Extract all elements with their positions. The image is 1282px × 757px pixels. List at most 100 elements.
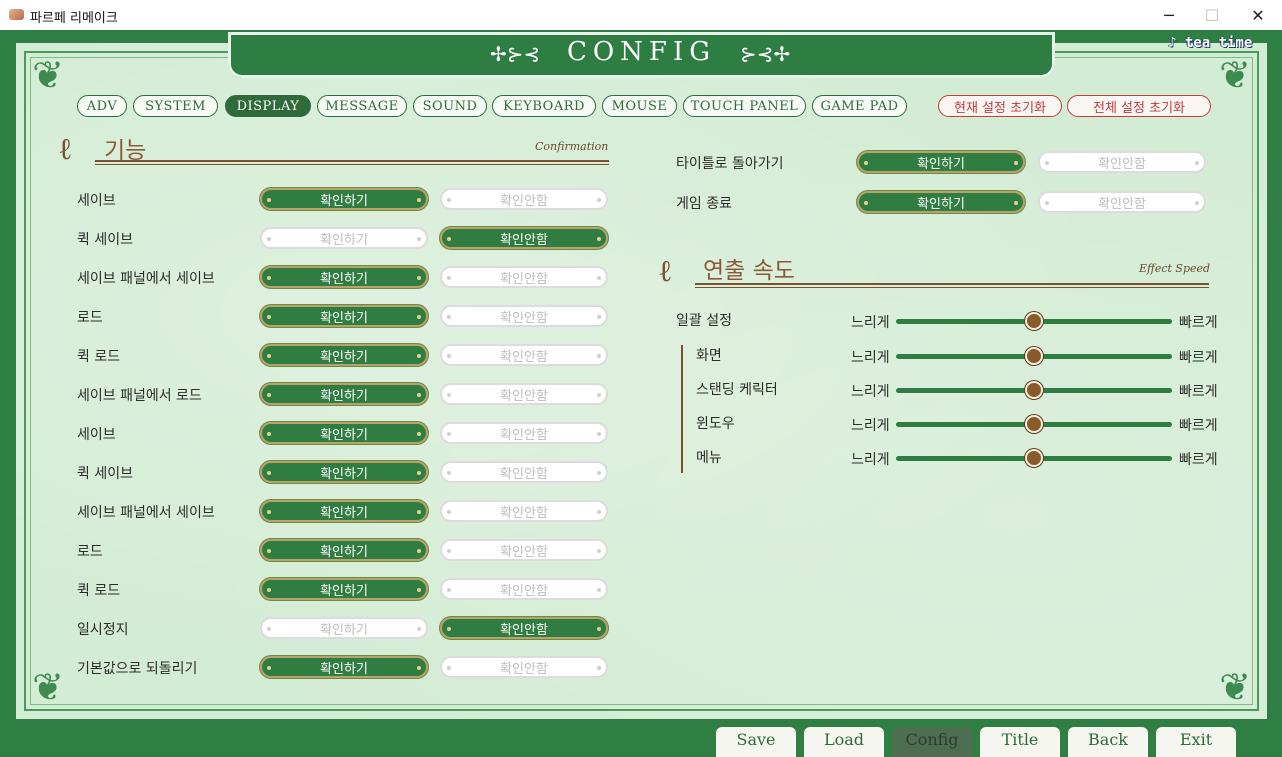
section-divider (95, 160, 609, 165)
confirm-off-button[interactable]: 확인안함 (440, 500, 608, 522)
confirm-off-button[interactable]: 확인안함 (440, 656, 608, 678)
section-swirl-icon: ℓ (58, 132, 73, 167)
setting-label: 세이브 (77, 193, 116, 209)
effect-speed-title: 연출 속도 (703, 258, 795, 284)
tab-sound[interactable]: SOUND (413, 95, 487, 117)
tab-game-pad[interactable]: GAME PAD (812, 95, 907, 117)
config-panel: ❦ ❦ ❦ ❦ (16, 43, 1267, 719)
setting-label: 퀵 세이브 (77, 466, 133, 482)
setting-label: 세이브 패널에서 세이브 (77, 271, 215, 287)
fast-label: 빠르게 (1179, 350, 1218, 366)
slider-label: 메뉴 (696, 450, 722, 466)
speed-slider-handle[interactable] (1025, 449, 1043, 467)
reset-all-button[interactable]: 전체 설정 초기화 (1067, 95, 1211, 117)
confirm-on-button[interactable]: 확인하기 (857, 191, 1025, 213)
fast-label: 빠르게 (1179, 384, 1218, 400)
fast-label: 빠르게 (1179, 452, 1218, 468)
speed-slider-handle[interactable] (1025, 312, 1043, 330)
confirm-on-button[interactable]: 확인하기 (260, 266, 428, 288)
confirm-on-button[interactable]: 확인하기 (260, 617, 428, 639)
confirm-on-button[interactable]: 확인하기 (260, 227, 428, 249)
confirm-on-button[interactable]: 확인하기 (260, 578, 428, 600)
confirm-on-button[interactable]: 확인하기 (857, 151, 1025, 173)
slow-label: 느리게 (851, 452, 890, 468)
confirm-on-button[interactable]: 확인하기 (260, 344, 428, 366)
confirm-on-button[interactable]: 확인하기 (260, 188, 428, 210)
setting-label: 세이브 패널에서 로드 (77, 388, 202, 404)
setting-label: 타이틀로 돌아가기 (676, 156, 784, 172)
nav-exit-button[interactable]: Exit (1156, 727, 1236, 757)
slow-label: 느리게 (851, 350, 890, 366)
corner-ornament-icon: ❦ (32, 665, 64, 709)
setting-label: 퀵 세이브 (77, 232, 133, 248)
confirm-off-button[interactable]: 확인안함 (440, 461, 608, 483)
confirm-on-button[interactable]: 확인하기 (260, 305, 428, 327)
config-header: ✢⊱⊰ CONFIG ⊱⊰✢ (228, 32, 1055, 78)
slider-group-line (681, 345, 683, 473)
slow-label: 느리게 (851, 384, 890, 400)
tab-touch-panel[interactable]: TOUCH PANEL (683, 95, 806, 117)
minimize-button[interactable]: ─ (1146, 0, 1192, 30)
speed-slider-handle[interactable] (1025, 415, 1043, 433)
window-title: 파르페 리메이크 (30, 11, 118, 26)
fast-label: 빠르게 (1179, 418, 1218, 434)
confirm-off-button[interactable]: 확인안함 (440, 383, 608, 405)
app-icon (9, 9, 24, 20)
confirm-off-button[interactable]: 확인안함 (440, 422, 608, 444)
confirm-off-button[interactable]: 확인안함 (440, 305, 608, 327)
speed-slider-handle[interactable] (1025, 347, 1043, 365)
slider-label: 화면 (696, 348, 722, 364)
confirm-off-button[interactable]: 확인안함 (440, 578, 608, 600)
setting-label: 세이브 패널에서 세이브 (77, 505, 215, 521)
corner-ornament-icon: ❦ (32, 53, 64, 97)
confirmation-subtitle: Confirmation (535, 140, 609, 153)
setting-label: 기본값으로 되돌리기 (77, 661, 198, 677)
slider-label: 윈도우 (696, 416, 735, 432)
effect-speed-subtitle: Effect Speed (1139, 262, 1211, 275)
setting-label: 퀵 로드 (77, 349, 121, 365)
setting-label: 로드 (77, 544, 103, 560)
slow-label: 느리게 (851, 418, 890, 434)
setting-label: 퀵 로드 (77, 583, 121, 599)
setting-label: 일시정지 (77, 622, 129, 638)
confirm-off-button[interactable]: 확인안함 (440, 617, 608, 639)
confirm-off-button[interactable]: 확인안함 (440, 227, 608, 249)
confirm-on-button[interactable]: 확인하기 (260, 422, 428, 444)
nav-config-button[interactable]: Config (892, 727, 972, 757)
confirm-off-button[interactable]: 확인안함 (440, 539, 608, 561)
tab-mouse[interactable]: MOUSE (602, 95, 677, 117)
confirm-off-button[interactable]: 확인안함 (1038, 191, 1206, 213)
nav-title-button[interactable]: Title (980, 727, 1060, 757)
confirm-off-button[interactable]: 확인안함 (1038, 151, 1206, 173)
corner-ornament-icon: ❦ (1219, 665, 1251, 709)
section-divider (695, 283, 1209, 288)
tea-time-logo: ♪ tea time (1168, 35, 1253, 51)
page-title: CONFIG (566, 37, 717, 67)
nav-back-button[interactable]: Back (1068, 727, 1148, 757)
header-ornament-icon: ⊱⊰✢ (740, 42, 791, 66)
confirm-on-button[interactable]: 확인하기 (260, 539, 428, 561)
window-titlebar: 파르페 리메이크 ─ ☐ ✕ (0, 0, 1282, 31)
tab-keyboard[interactable]: KEYBOARD (492, 95, 596, 117)
confirm-on-button[interactable]: 확인하기 (260, 656, 428, 678)
confirm-on-button[interactable]: 확인하기 (260, 383, 428, 405)
confirm-off-button[interactable]: 확인안함 (440, 188, 608, 210)
nav-load-button[interactable]: Load (804, 727, 884, 757)
fast-label: 빠르게 (1179, 315, 1218, 331)
confirm-on-button[interactable]: 확인하기 (260, 500, 428, 522)
confirm-on-button[interactable]: 확인하기 (260, 461, 428, 483)
close-button[interactable]: ✕ (1235, 0, 1281, 30)
confirm-off-button[interactable]: 확인안함 (440, 344, 608, 366)
confirm-off-button[interactable]: 확인안함 (440, 266, 608, 288)
nav-save-button[interactable]: Save (716, 727, 796, 757)
tab-message[interactable]: MESSAGE (317, 95, 407, 117)
panel-border (24, 51, 1259, 711)
speed-slider-handle[interactable] (1025, 381, 1043, 399)
tab-system[interactable]: SYSTEM (133, 95, 218, 117)
reset-current-button[interactable]: 현재 설정 초기화 (938, 95, 1062, 117)
tab-display[interactable]: DISPLAY (225, 95, 311, 117)
section-swirl-icon: ℓ (658, 254, 673, 289)
slow-label: 느리게 (851, 315, 890, 331)
tab-adv[interactable]: ADV (77, 95, 127, 117)
maximize-button[interactable]: ☐ (1189, 0, 1235, 30)
